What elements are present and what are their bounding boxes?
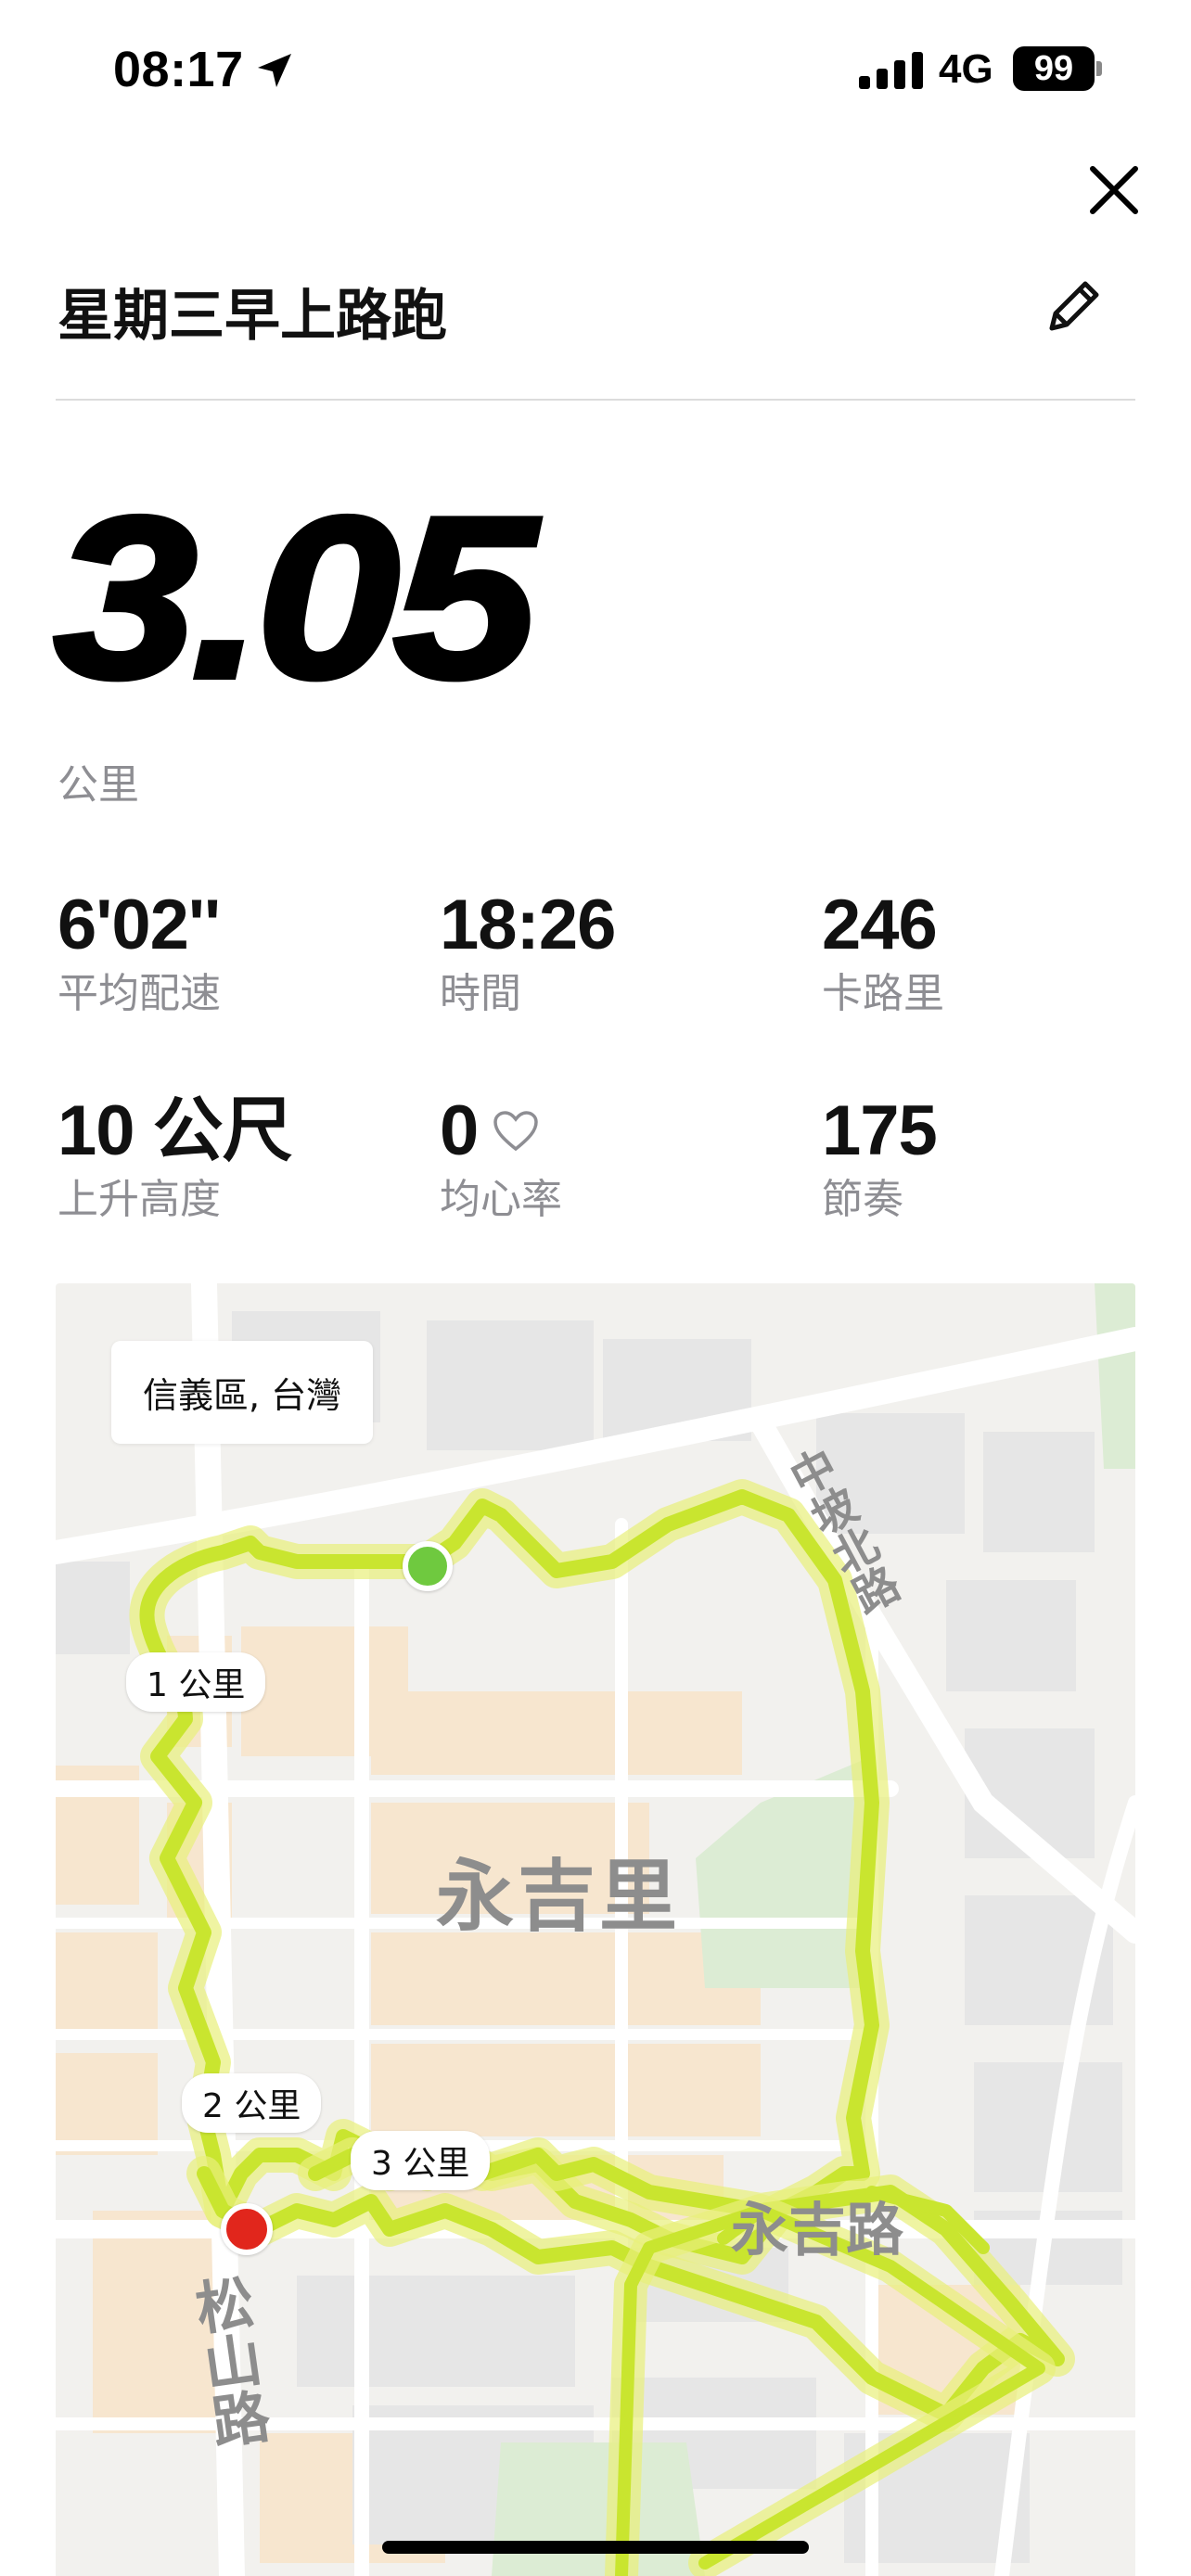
distance-unit: 公里: [58, 761, 139, 809]
km-marker-3: 3 公里: [351, 2131, 491, 2190]
stat-heart-rate: 0 均心率: [440, 1096, 792, 1220]
stat-time: 18:26 時間: [440, 890, 792, 1014]
status-time: 08:17: [113, 42, 244, 97]
stat-label: 時間: [440, 970, 521, 1017]
road-label-yongji: 永吉路: [731, 2196, 904, 2264]
district-label: 永吉里: [436, 1851, 682, 1942]
stat-label: 平均配速: [58, 970, 221, 1017]
location-badge: 信義區, 台灣: [111, 1341, 374, 1444]
page-title: 星期三早上路跑: [58, 284, 447, 349]
home-indicator[interactable]: [382, 2541, 809, 2554]
pencil-icon[interactable]: [1041, 274, 1106, 339]
km-marker-1: 1 公里: [126, 1652, 266, 1712]
stat-label: 均心率: [440, 1176, 562, 1223]
stat-cadence: 175 節奏: [822, 1096, 1174, 1220]
location-arrow-icon: [258, 54, 291, 87]
stat-label: 卡路里: [822, 970, 944, 1017]
status-bar: 08:17 4G 99: [0, 0, 1191, 139]
stat-value: 0: [440, 1091, 479, 1170]
stat-value-row: 0: [440, 1096, 792, 1167]
signal-icon: [859, 52, 923, 89]
stat-value: 18:26: [440, 886, 616, 964]
distance-value: 3.05: [51, 468, 540, 726]
stat-avg-pace: 6'02'' 平均配速: [58, 890, 410, 1014]
stat-value: 246: [822, 886, 938, 964]
route-map[interactable]: 信義區, 台灣 永吉里 永吉路 中坡北路 松山路 1 公里 2 公里 3 公里: [56, 1283, 1135, 2576]
divider: [56, 399, 1135, 401]
end-marker: [221, 2203, 273, 2255]
stat-value: 6'02'': [58, 886, 221, 964]
battery-cap: [1096, 61, 1102, 76]
start-marker: [403, 1541, 453, 1591]
stat-calories: 246 卡路里: [822, 890, 1174, 1014]
stat-label: 節奏: [822, 1176, 903, 1223]
km-marker-2: 2 公里: [182, 2073, 322, 2133]
map-park: [1095, 1283, 1135, 1469]
stat-elevation: 10 公尺 上升高度: [58, 1096, 410, 1220]
heart-outline-icon: [493, 1111, 539, 1152]
stat-value: 175: [822, 1091, 938, 1170]
close-icon[interactable]: [1087, 163, 1141, 217]
battery-level: 99: [1013, 46, 1095, 91]
network-type: 4G: [939, 46, 993, 92]
map-park: [492, 2442, 705, 2576]
battery-icon: 99: [1013, 46, 1102, 91]
stat-label: 上升高度: [58, 1176, 221, 1223]
stat-value: 10 公尺: [58, 1091, 293, 1170]
